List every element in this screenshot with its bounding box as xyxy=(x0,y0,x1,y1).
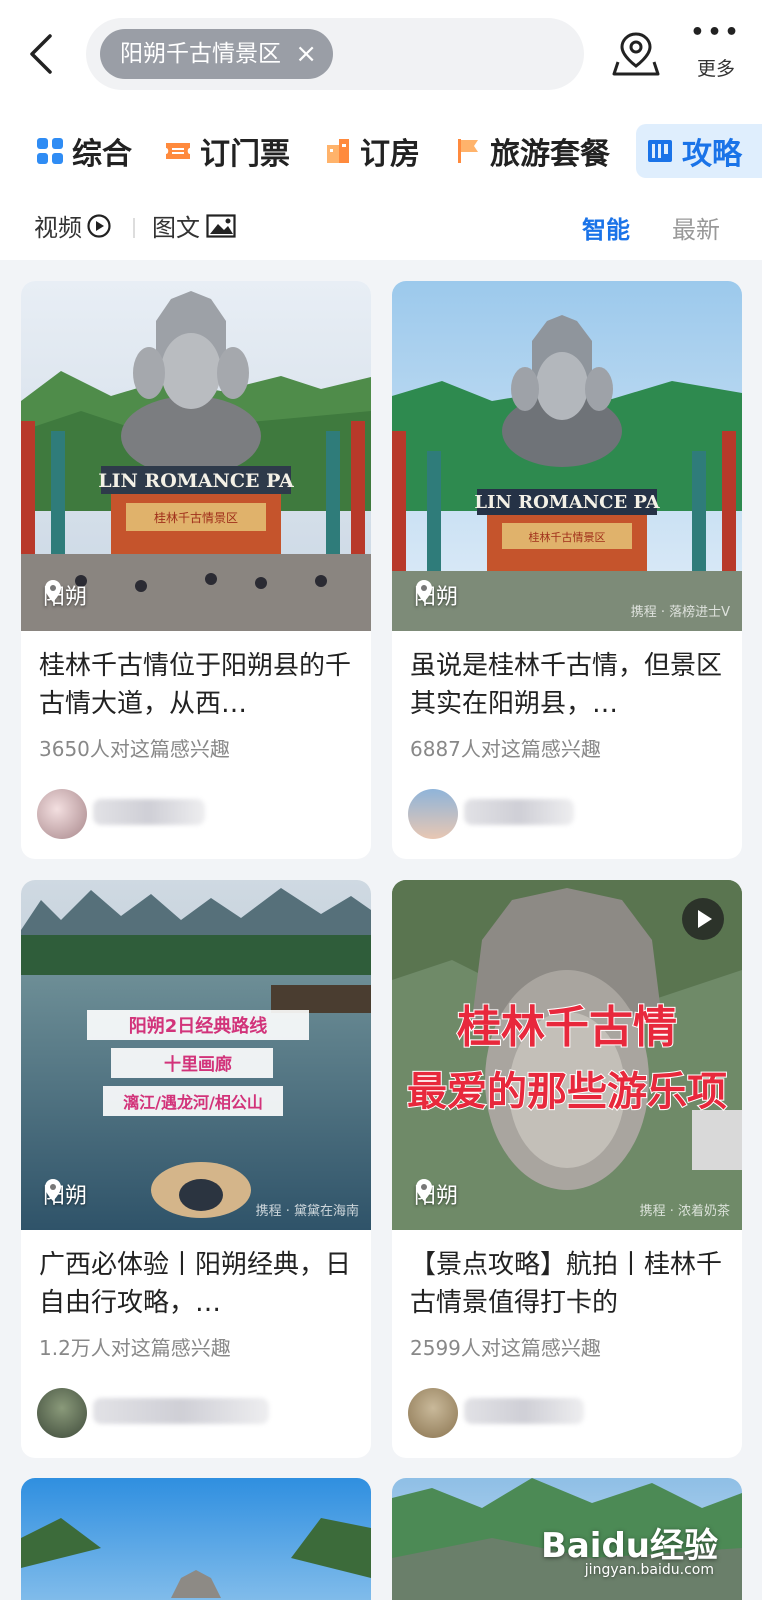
location-tag: 阳朔 xyxy=(414,579,458,611)
author-name-blurred[interactable] xyxy=(464,799,574,825)
search-keyword-label: 阳朔千古情景区 xyxy=(120,41,281,67)
card-interest-count: 6887人对这篇感兴趣 xyxy=(410,737,601,761)
card-title: 虽说是桂林千古情，但景区其实在阳朔县，… xyxy=(410,651,723,719)
tab-packages[interactable]: 旅游套餐 xyxy=(454,124,610,178)
park-sign-text: LIN ROMANCE PA xyxy=(474,492,660,513)
tab-guides[interactable]: 攻略 xyxy=(636,124,762,178)
search-keyword-chip[interactable]: 阳朔千古情景区 × xyxy=(100,29,333,79)
more-dots-icon: ••• xyxy=(690,20,742,45)
overlay-line-3: 漓江/遇龙河/相公山 xyxy=(123,1093,263,1112)
hotel-icon xyxy=(327,139,349,163)
ticket-icon xyxy=(166,143,190,159)
filter-divider xyxy=(133,218,135,238)
image-watermark: 携程 · 落榜进士V xyxy=(630,605,730,620)
card-interest-count: 1.2万人对这篇感兴趣 xyxy=(39,1336,231,1360)
park-sign-text: LIN ROMANCE PA xyxy=(98,470,294,492)
filter-video-label: 视频 xyxy=(34,214,82,242)
baidu-watermark: Baidu经验 xyxy=(540,1526,718,1566)
image-icon xyxy=(206,213,236,238)
card-title: 【景点攻略】航拍丨桂林千古情景值得打卡的 xyxy=(410,1250,723,1318)
location-tag: 阳朔 xyxy=(414,1178,458,1210)
location-pin-icon xyxy=(416,580,432,602)
flag-icon xyxy=(458,139,478,163)
tab-label: 订门票 xyxy=(200,137,290,172)
category-tabs: 综合 订门票 订房 旅游套餐 攻略 xyxy=(0,108,762,194)
author-name-blurred[interactable] xyxy=(93,1398,269,1424)
card-image xyxy=(21,1478,371,1600)
card-image: LIN ROMANCE PA 桂林千古情景区 阳朔 xyxy=(21,281,371,631)
card-title: 广西必体验丨阳朔经典，日自由行攻略，… xyxy=(39,1250,352,1318)
filter-bar: 视频 图文 智能 最新 xyxy=(0,194,762,260)
location-pin-icon xyxy=(45,1179,61,1201)
location-pin-icon xyxy=(45,580,61,602)
guide-card[interactable]: 桂林千古情 最爱的那些游乐项 阳朔 携程 · 浓着奶茶 【景点攻略】航拍丨桂林千… xyxy=(392,880,742,1458)
grid-icon xyxy=(37,138,63,164)
baidu-watermark-url: jingyan.baidu.com xyxy=(584,1562,714,1578)
guide-icon xyxy=(648,140,672,162)
card-interest-count: 3650人对这篇感兴趣 xyxy=(39,737,230,761)
gate-text: 桂林千古情景区 xyxy=(154,510,238,525)
guide-card[interactable]: 阳朔2日经典路线 十里画廊 漓江/遇龙河/相公山 阳朔 携程 · 黛黛在海南 广… xyxy=(21,880,371,1458)
play-circle-icon xyxy=(87,213,111,238)
map-location-icon[interactable] xyxy=(610,28,662,80)
guide-card[interactable]: LIN ROMANCE PA 桂林千古情景区 阳朔 桂林千古情位于阳朔县的千古情… xyxy=(21,281,371,859)
overlay-line-2: 十里画廊 xyxy=(164,1054,232,1075)
filter-photo[interactable]: 图文 xyxy=(152,208,236,243)
tab-label: 综合 xyxy=(72,137,132,172)
author-name-blurred[interactable] xyxy=(464,1398,584,1424)
avatar[interactable] xyxy=(408,789,458,839)
guide-card[interactable]: LIN ROMANCE PA 桂林千古情景区 阳朔 携程 · 落榜进士V 虽说是… xyxy=(392,281,742,859)
overlay-line-1: 阳朔2日经典路线 xyxy=(129,1015,268,1037)
author-name-blurred[interactable] xyxy=(93,799,205,825)
play-icon[interactable] xyxy=(682,898,724,940)
location-tag: 阳朔 xyxy=(43,1178,87,1210)
filter-video[interactable]: 视频 xyxy=(34,208,112,243)
tab-label: 旅游套餐 xyxy=(490,137,610,172)
gate-text: 桂林千古情景区 xyxy=(529,530,606,544)
avatar[interactable] xyxy=(37,789,87,839)
top-bar: 阳朔千古情景区 × ••• 更多 xyxy=(0,0,762,108)
location-pin-icon xyxy=(416,1179,432,1201)
avatar[interactable] xyxy=(37,1388,87,1438)
avatar[interactable] xyxy=(408,1388,458,1438)
image-watermark: 携程 · 黛黛在海南 xyxy=(255,1204,359,1219)
tab-tickets[interactable]: 订门票 xyxy=(164,124,290,178)
sort-latest[interactable]: 最新 xyxy=(672,210,720,245)
card-image: LIN ROMANCE PA 桂林千古情景区 阳朔 携程 · 落榜进士V xyxy=(392,281,742,631)
back-arrow-icon[interactable] xyxy=(22,30,62,78)
card-image: 阳朔2日经典路线 十里画廊 漓江/遇龙河/相公山 阳朔 携程 · 黛黛在海南 xyxy=(21,880,371,1230)
card-interest-count: 2599人对这篇感兴趣 xyxy=(410,1336,601,1360)
overlay-line-1: 桂林千古情 xyxy=(457,1002,677,1053)
image-watermark: 携程 · 浓着奶茶 xyxy=(639,1204,730,1219)
more-label: 更多 xyxy=(696,58,735,80)
card-title: 桂林千古情位于阳朔县的千古情大道，从西… xyxy=(39,651,352,719)
card-image: 桂林千古情 最爱的那些游乐项 阳朔 携程 · 浓着奶茶 xyxy=(392,880,742,1230)
filter-photo-label: 图文 xyxy=(152,214,200,242)
tab-overview[interactable]: 综合 xyxy=(36,124,132,178)
overlay-line-2: 最爱的那些游乐项 xyxy=(407,1069,727,1115)
tab-hotels[interactable]: 订房 xyxy=(324,124,420,178)
tab-label: 攻略 xyxy=(682,137,742,172)
tab-label: 订房 xyxy=(360,137,420,172)
close-icon[interactable]: × xyxy=(295,29,317,79)
sort-smart[interactable]: 智能 xyxy=(582,210,630,245)
more-button[interactable]: ••• 更多 xyxy=(688,22,744,86)
search-box[interactable]: 阳朔千古情景区 × xyxy=(86,18,584,90)
guide-card[interactable] xyxy=(21,1478,371,1600)
location-tag: 阳朔 xyxy=(43,579,87,611)
